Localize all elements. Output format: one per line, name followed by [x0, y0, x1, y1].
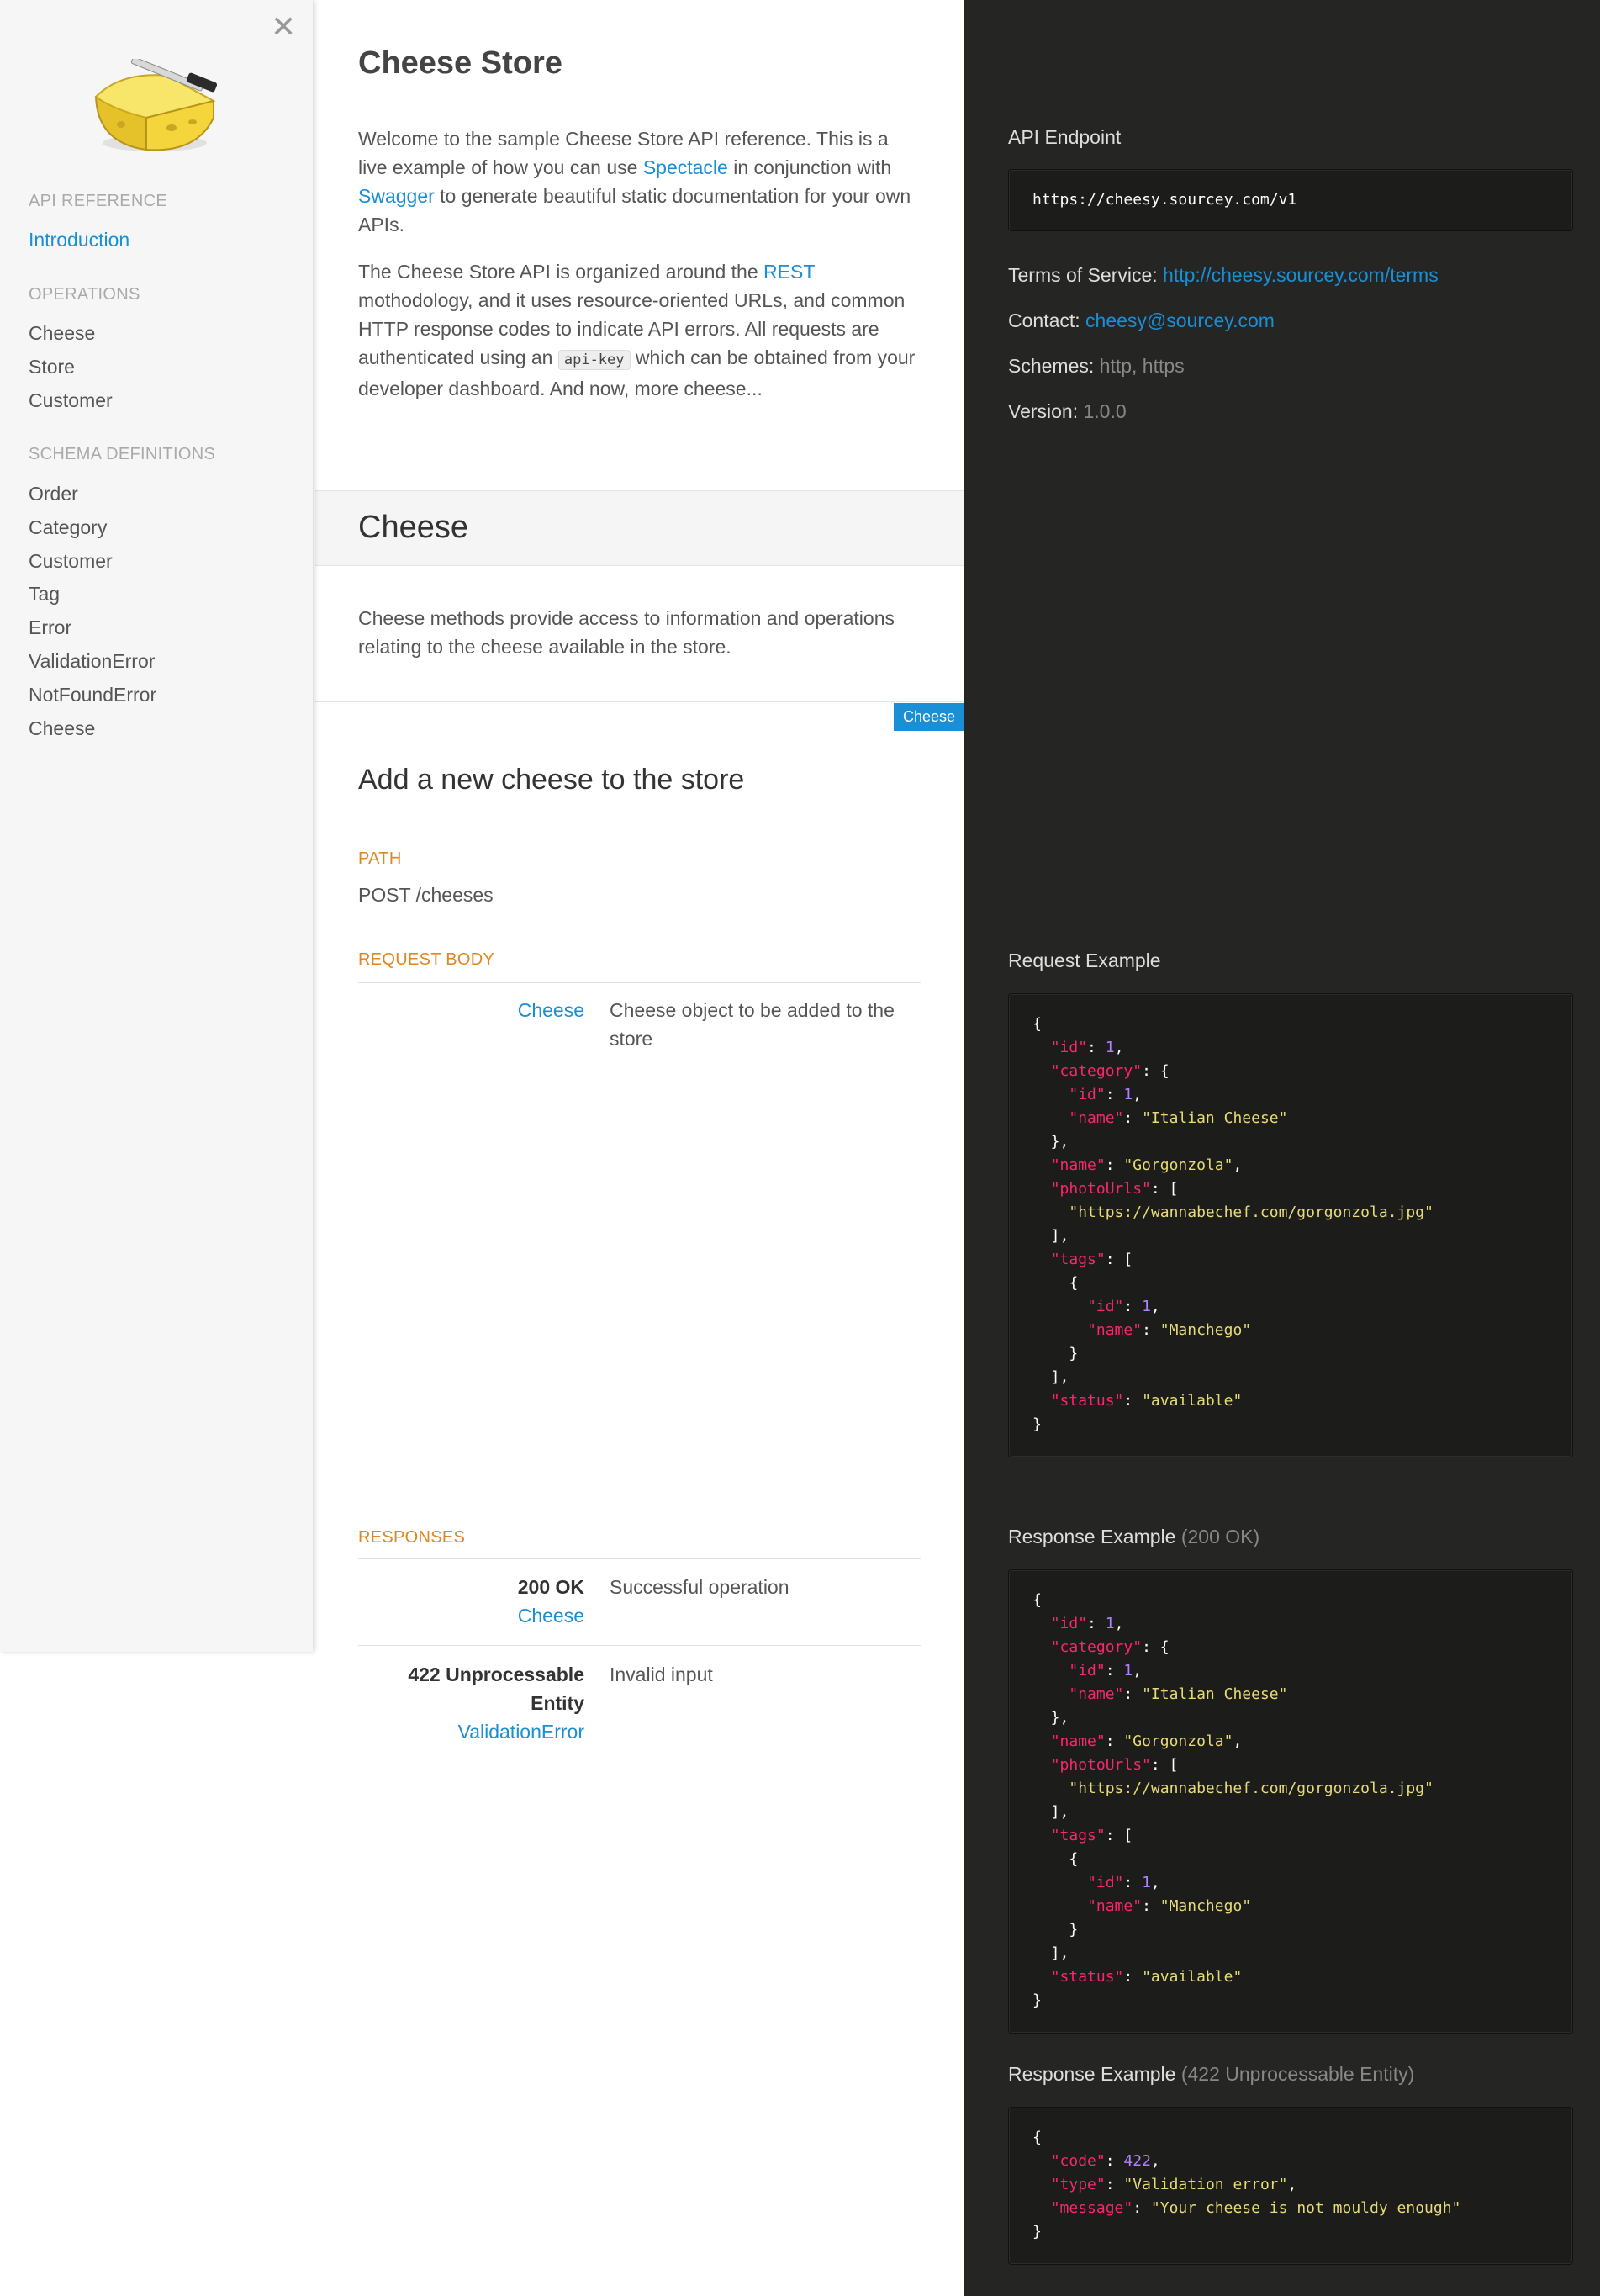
nav-heading-operations: OPERATIONS	[29, 285, 140, 304]
api-endpoint-url: https://cheesy.sourcey.com/v1	[1032, 191, 1297, 209]
cheese-section-title: Cheese	[358, 510, 468, 545]
cheese-section-description: Cheese methods provide access to informa…	[358, 607, 895, 658]
response-200-example-code: { "id": 1, "category": { "id": 1, "name"…	[1008, 1569, 1573, 2034]
rest-link[interactable]: REST	[763, 261, 815, 283]
sidebar-item-cheese-operation[interactable]: Cheese	[29, 322, 95, 345]
response-code: 422 Unprocessable	[408, 1664, 584, 1685]
response-422-example-code: { "code": 422, "type": "Validation error…	[1008, 2107, 1573, 2265]
operation-path: POST /cheeses	[358, 884, 494, 906]
section-divider	[315, 701, 964, 702]
sidebar-item-cheese-schema[interactable]: Cheese	[29, 717, 95, 740]
contact-label: Contact:	[1008, 309, 1080, 331]
cheese-tag-badge[interactable]: Cheese	[893, 703, 964, 731]
response-example-text: Response Example	[1008, 1526, 1176, 1547]
version: Version: 1.0.0	[1008, 400, 1127, 423]
nav-heading-schema-definitions: SCHEMA DEFINITIONS	[29, 445, 216, 463]
response-200-json: { "id": 1, "category": { "id": 1, "name"…	[1032, 1591, 1434, 2009]
intro-text: The Cheese Store API is organized around…	[358, 261, 764, 283]
response-example-text: Response Example	[1008, 2063, 1176, 2085]
sidebar-item-customer-operation[interactable]: Customer	[29, 389, 113, 412]
schemes-value: http, https	[1099, 355, 1185, 377]
schemes-label: Schemes:	[1008, 355, 1095, 377]
intro-paragraph-1: Welcome to the sample Cheese Store API r…	[358, 124, 921, 239]
sidebar-item-validationerror[interactable]: ValidationError	[29, 650, 155, 673]
response-200-type-link[interactable]: Cheese	[518, 1605, 584, 1627]
response-200-example-label: Response Example (200 OK)	[1008, 1526, 1259, 1548]
response-200-description: Successful operation	[610, 1576, 789, 1598]
response-code: Entity	[531, 1692, 584, 1714]
table-divider	[358, 1558, 921, 1559]
terms-label: Terms of Service:	[1008, 264, 1158, 286]
main-content: Cheese Store Welcome to the sample Chees…	[315, 0, 964, 2296]
nav-heading-api-reference: API REFERENCE	[29, 192, 168, 210]
api-key-code: api-key	[557, 350, 631, 370]
terms-of-service: Terms of Service: http://cheesy.sourcey.…	[1008, 264, 1439, 287]
response-422-code: 422 Unprocessable Entity ValidationError	[358, 1660, 584, 1746]
table-divider	[358, 1645, 921, 1646]
page-title: Cheese Store	[358, 45, 562, 81]
intro-paragraph-2: The Cheese Store API is organized around…	[358, 257, 921, 403]
sidebar-item-customer-schema[interactable]: Customer	[29, 550, 113, 573]
sidebar-item-error[interactable]: Error	[29, 616, 71, 639]
request-body-type-link[interactable]: Cheese	[358, 996, 584, 1024]
request-json: { "id": 1, "category": { "id": 1, "name"…	[1032, 1015, 1434, 1433]
response-422-type-link[interactable]: ValidationError	[458, 1721, 584, 1743]
response-200-suffix: (200 OK)	[1180, 1526, 1260, 1547]
swagger-link[interactable]: Swagger	[358, 185, 435, 207]
cheese-schema-link[interactable]: Cheese	[518, 999, 584, 1021]
response-422-example-label: Response Example (422 Unprocessable Enti…	[1008, 2063, 1414, 2086]
operation-title: Add a new cheese to the store	[358, 764, 745, 796]
cheese-logo-icon	[94, 59, 218, 151]
api-endpoint-box: https://cheesy.sourcey.com/v1	[1008, 169, 1573, 231]
sidebar-item-tag[interactable]: Tag	[29, 583, 60, 606]
response-422-json: { "code": 422, "type": "Validation error…	[1032, 2129, 1461, 2240]
close-icon[interactable]: ✕	[271, 12, 296, 42]
request-example-label: Request Example	[1008, 950, 1161, 971]
examples-panel: API Endpoint https://cheesy.sourcey.com/…	[964, 0, 1600, 2296]
request-body-description: Cheese object to be added to the store	[610, 999, 895, 1050]
responses-label: RESPONSES	[358, 1528, 466, 1547]
api-endpoint-label: API Endpoint	[1008, 126, 1122, 148]
version-label: Version:	[1008, 400, 1079, 422]
sidebar-item-notfounderror[interactable]: NotFoundError	[29, 684, 156, 706]
sidebar-item-introduction[interactable]: Introduction	[29, 229, 129, 251]
response-422-suffix: (422 Unprocessable Entity)	[1180, 2063, 1415, 2085]
path-label: PATH	[358, 849, 402, 868]
contact: Contact: cheesy@sourcey.com	[1008, 309, 1275, 332]
spectacle-link[interactable]: Spectacle	[643, 156, 728, 178]
response-200-code: 200 OK Cheese	[358, 1573, 584, 1630]
request-example-code: { "id": 1, "category": { "id": 1, "name"…	[1008, 993, 1573, 1457]
intro-text: in conjunction with	[727, 156, 892, 178]
sidebar-item-category[interactable]: Category	[29, 516, 107, 539]
contact-email-link[interactable]: cheesy@sourcey.com	[1085, 309, 1275, 331]
response-422-description: Invalid input	[610, 1664, 713, 1685]
sidebar: ✕ API REFERENCE Introduction OPERATIONS …	[0, 0, 313, 1652]
sidebar-item-order[interactable]: Order	[29, 483, 78, 505]
response-code: 200 OK	[517, 1576, 584, 1598]
schemes: Schemes: http, https	[1008, 355, 1185, 378]
request-body-label: REQUEST BODY	[358, 950, 495, 969]
cheese-section-header: Cheese	[315, 490, 964, 566]
terms-link[interactable]: http://cheesy.sourcey.com/terms	[1163, 264, 1439, 286]
version-value: 1.0.0	[1083, 400, 1127, 422]
sidebar-item-store[interactable]: Store	[29, 356, 75, 378]
table-divider	[358, 982, 921, 983]
intro-text: to generate beautiful static documentati…	[358, 185, 911, 235]
